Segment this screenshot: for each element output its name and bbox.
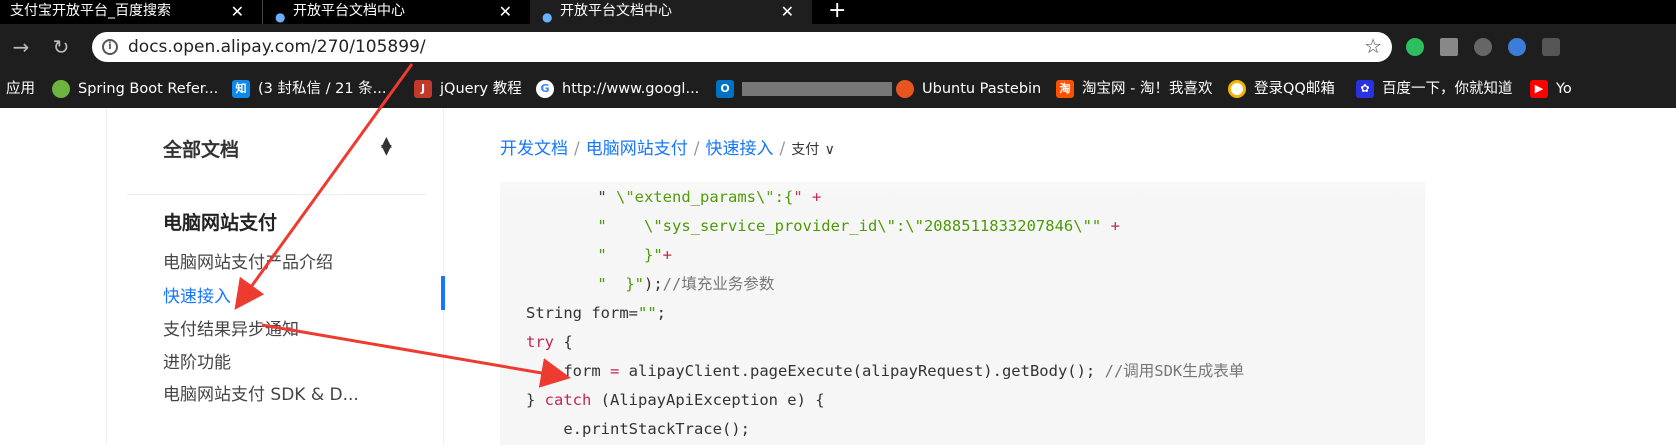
code-line: String form="";	[526, 298, 666, 328]
code-token: String form=	[526, 304, 638, 322]
close-icon[interactable]: ✕	[781, 0, 794, 23]
bookmark-google[interactable]: Ghttp://www.googl...	[536, 70, 699, 108]
close-icon[interactable]: ✕	[499, 0, 512, 23]
tab-title: 开放平台文档中心	[560, 3, 672, 19]
tab-docs-center[interactable]: ● 开放平台文档中心 ✕	[262, 0, 530, 24]
code-token: (AlipayApiException e) {	[591, 391, 825, 409]
zhihu-icon: 知	[232, 80, 250, 98]
sidebar-item-async-notify[interactable]: 支付结果异步通知	[163, 315, 299, 340]
bookmark-spring[interactable]: Spring Boot Refer...	[52, 70, 218, 108]
runoob-icon: J	[414, 80, 432, 98]
code-token: " }"	[560, 246, 663, 264]
code-token: try	[526, 333, 554, 351]
qqmail-icon	[1228, 80, 1246, 98]
sort-toggle-icon[interactable]: ▲ ▼	[381, 135, 392, 157]
code-line: form = alipayClient.pageExecute(alipayRe…	[526, 356, 1244, 386]
code-token: ""	[637, 304, 657, 322]
code-token: =	[610, 362, 620, 380]
ubuntu-icon	[896, 80, 914, 98]
code-token: " \"sys_service_provider_id\":\"20885118…	[560, 217, 1102, 235]
code-line: " }"+	[560, 240, 672, 270]
page-content: 全部文档 ▲ ▼ 电脑网站支付 电脑网站支付产品介绍 快速接入 支付结果异步通知 …	[0, 108, 1676, 445]
breadcrumb: 开发文档 / 电脑网站支付 / 快速接入 / 支付 ∨	[500, 139, 835, 159]
browser-toolbar: → ↻ i docs.open.alipay.com/270/105899/ ☆	[0, 24, 1676, 70]
outlook-icon: O	[716, 80, 734, 98]
code-line: e.printStackTrace();	[526, 414, 750, 444]
code-token: e.printStackTrace();	[526, 420, 750, 438]
code-line: try {	[526, 327, 573, 357]
forward-icon[interactable]: →	[8, 34, 34, 60]
code-line: " \"sys_service_provider_id\":\"20885118…	[560, 211, 1120, 241]
address-bar[interactable]: i docs.open.alipay.com/270/105899/ ☆	[92, 32, 1392, 62]
active-indicator	[441, 276, 445, 310]
chevron-down-icon[interactable]: ∨	[825, 142, 835, 158]
docs-sidebar: 全部文档 ▲ ▼ 电脑网站支付 电脑网站支付产品介绍 快速接入 支付结果异步通知 …	[106, 108, 445, 445]
tab-baidu-search[interactable]: 支付宝开放平台_百度搜索 ✕	[0, 0, 262, 24]
info-icon[interactable]: i	[102, 39, 118, 55]
tab-strip: 支付宝开放平台_百度搜索 ✕ ● 开放平台文档中心 ✕ ● 开放平台文档中心 ✕…	[0, 0, 1676, 24]
bookmark-youtube[interactable]: ▶ Yo	[1530, 70, 1572, 108]
code-token: ;	[656, 304, 666, 322]
google-icon: G	[536, 80, 554, 98]
bookmark-baidu[interactable]: ✿ 百度一下，你就知道	[1356, 70, 1513, 108]
bookmark-qqmail[interactable]: 登录QQ邮箱	[1228, 70, 1335, 108]
extension-icon[interactable]	[1542, 38, 1560, 56]
code-block: " \"extend_params\":{" + " \"sys_service…	[500, 182, 1425, 445]
spring-icon	[52, 80, 70, 98]
bookmark-jquery[interactable]: JjQuery 教程	[414, 70, 522, 108]
sync-icon[interactable]	[1474, 38, 1492, 56]
blurred-label	[742, 82, 892, 96]
tab-title: 支付宝开放平台_百度搜索	[10, 3, 171, 19]
sidebar-item-intro[interactable]: 电脑网站支付产品介绍	[163, 248, 333, 273]
new-tab-button[interactable]: +	[828, 0, 846, 22]
baidu-icon: ✿	[1356, 80, 1374, 98]
sidebar-item-sdk[interactable]: 电脑网站支付 SDK & D...	[163, 380, 359, 405]
drive-icon[interactable]	[1440, 38, 1458, 56]
code-line: " }");//填充业务参数	[560, 269, 774, 299]
bookmark-zhihu[interactable]: 知 (3 封私信 / 21 条...	[232, 70, 386, 108]
all-docs-selector[interactable]: 全部文档	[163, 135, 239, 162]
sidebar-item-quick-start[interactable]: 快速接入	[163, 282, 231, 307]
tab-title: 开放平台文档中心	[293, 3, 405, 19]
code-token: +	[662, 246, 672, 264]
evernote-icon[interactable]	[1406, 38, 1424, 56]
bookmark-taobao[interactable]: 淘淘宝网 - 淘！我喜欢	[1056, 70, 1212, 108]
bookmark-outlook[interactable]: O	[716, 70, 892, 108]
tab-docs-center-active[interactable]: ● 开放平台文档中心 ✕	[530, 0, 812, 24]
code-token: alipayClient.pageExecute(alipayRequest).…	[619, 362, 1105, 380]
code-token: {	[554, 333, 573, 351]
bookmark-apps[interactable]: 应用	[6, 70, 35, 108]
divider	[127, 194, 427, 195]
code-token: +	[1101, 217, 1120, 235]
breadcrumb-item[interactable]: 开发文档	[500, 139, 568, 159]
close-icon[interactable]: ✕	[231, 0, 244, 23]
code-token: );	[644, 275, 663, 293]
url-text[interactable]: docs.open.alipay.com/270/105899/	[128, 32, 426, 62]
code-token: //填充业务参数	[662, 275, 775, 293]
breadcrumb-current[interactable]: 支付	[791, 142, 819, 158]
breadcrumb-item[interactable]: 电脑网站支付	[586, 139, 688, 159]
code-token: catch	[544, 391, 592, 409]
bookmarks-bar: 应用 Spring Boot Refer... 知 (3 封私信 / 21 条..…	[0, 70, 1676, 108]
code-token: " }"	[560, 275, 644, 293]
youtube-icon: ▶	[1530, 80, 1548, 98]
reload-icon[interactable]: ↻	[48, 34, 74, 60]
bookmark-star-icon[interactable]: ☆	[1364, 34, 1382, 58]
code-line: } catch (AlipayApiException e) {	[526, 385, 825, 415]
globe-icon[interactable]	[1508, 38, 1526, 56]
taobao-icon: 淘	[1056, 80, 1074, 98]
code-token: }	[526, 391, 545, 409]
section-title: 电脑网站支付	[163, 212, 278, 234]
code-token: form	[526, 362, 610, 380]
sidebar-item-advanced[interactable]: 进阶功能	[163, 348, 231, 373]
breadcrumb-item[interactable]: 快速接入	[705, 139, 773, 159]
bookmark-ubuntu[interactable]: Ubuntu Pastebin	[896, 70, 1041, 108]
code-token: //调用SDK生成表单	[1104, 362, 1245, 380]
